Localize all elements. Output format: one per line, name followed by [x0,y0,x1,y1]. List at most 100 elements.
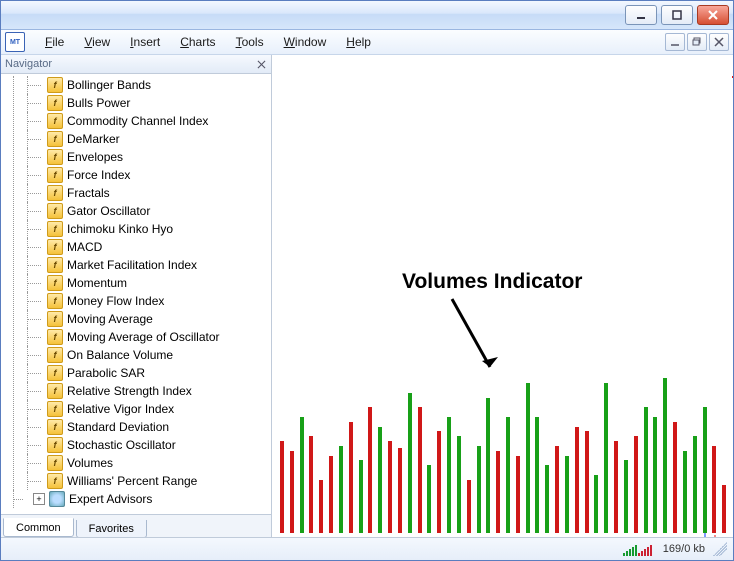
volume-bar [349,422,353,533]
volume-bar [614,441,618,533]
indicator-label: MACD [67,240,102,254]
volume-bar [280,441,284,533]
function-icon: f [47,167,63,183]
navigator-panel: Navigator fBollinger BandsfBulls PowerfC… [1,55,272,537]
volume-bar [496,451,500,533]
volume-bar [418,407,422,533]
navigator-tab-common[interactable]: Common [3,518,74,537]
navigator-tab-favorites[interactable]: Favorites [76,520,147,537]
workspace: Navigator fBollinger BandsfBulls PowerfC… [1,55,733,537]
indicator-item[interactable]: f Gator Oscillator [1,202,271,220]
function-icon: f [47,149,63,165]
indicator-item[interactable]: fMoney Flow Index [1,292,271,310]
indicator-item[interactable]: fMoving Average of Oscillator [1,328,271,346]
indicator-label: Money Flow Index [67,294,164,308]
mdi-restore-button[interactable] [687,33,707,51]
menu-help[interactable]: Help [336,32,381,52]
volume-bar [555,446,559,533]
annotation-label: Volumes Indicator [402,270,582,294]
indicator-item[interactable]: fRelative Strength Index [1,382,271,400]
volume-bar [378,427,382,533]
indicator-item[interactable]: fIchimoku Kinko Hyo [1,220,271,238]
function-icon: f [47,203,63,219]
connection-icon [623,542,653,556]
indicator-item[interactable]: fStandard Deviation [1,418,271,436]
indicator-item[interactable]: fRelative Vigor Index [1,400,271,418]
indicator-label: Relative Strength Index [67,384,192,398]
menu-file[interactable]: File [35,32,74,52]
app-window: MT File View Insert Charts Tools Window … [0,0,734,561]
volume-bar [634,436,638,533]
indicator-item[interactable]: f Force Index [1,166,271,184]
indicator-label: Fractals [67,186,110,200]
mdi-close-button[interactable] [709,33,729,51]
function-icon: f [47,95,63,111]
volume-bar [575,427,579,533]
indicator-label: Ichimoku Kinko Hyo [67,222,173,236]
indicator-label: Momentum [67,276,127,290]
indicator-item[interactable]: fDeMarker [1,130,271,148]
indicator-item[interactable]: f MACD [1,238,271,256]
volume-bar [329,456,333,533]
volume-bar [653,417,657,533]
function-icon: f [47,131,63,147]
indicator-item[interactable]: fOn Balance Volume [1,346,271,364]
volume-bar [388,441,392,533]
indicator-label: Force Index [67,168,130,182]
volume-bar [683,451,687,533]
maximize-button[interactable] [661,5,693,25]
volume-bar [290,451,294,533]
indicator-item[interactable]: fWilliams' Percent Range [1,472,271,490]
minimize-button[interactable] [625,5,657,25]
volume-bar [535,417,539,533]
chart-area[interactable]: Volumes Indicator [272,55,733,537]
menu-view[interactable]: View [74,32,120,52]
app-icon: MT [5,32,25,52]
indicator-item[interactable]: fVolumes [1,454,271,472]
volume-bar [447,417,451,533]
volume-bar [673,422,677,533]
volume-bar [309,436,313,533]
close-button[interactable] [697,5,729,25]
indicator-item[interactable]: fBollinger Bands [1,76,271,94]
indicator-label: Volumes [67,456,113,470]
function-icon: f [47,365,63,381]
indicator-label: Moving Average [67,312,153,326]
expert-advisors-node[interactable]: + Expert Advisors [1,490,271,508]
navigator-close-button[interactable] [255,58,267,70]
minimize-icon [635,9,647,21]
volume-bar [300,417,304,533]
navigator-tree[interactable]: fBollinger BandsfBulls PowerfCommodity C… [1,74,271,514]
menu-window[interactable]: Window [274,32,337,52]
mdi-minimize-button[interactable] [665,33,685,51]
indicator-label: Stochastic Oscillator [67,438,176,452]
indicator-item[interactable]: fParabolic SAR [1,364,271,382]
function-icon: f [47,239,63,255]
titlebar [1,1,733,30]
menu-insert[interactable]: Insert [120,32,170,52]
expand-icon[interactable]: + [33,493,45,505]
indicator-label: Market Facilitation Index [67,258,197,272]
indicator-label: Gator Oscillator [67,204,150,218]
menu-charts[interactable]: Charts [170,32,225,52]
menu-tools[interactable]: Tools [226,32,274,52]
volume-bar [545,465,549,533]
volume-bar [693,436,697,533]
expert-advisors-label: Expert Advisors [69,492,152,506]
indicator-item[interactable]: fMoving Average [1,310,271,328]
navigator-header: Navigator [1,55,271,74]
volume-bar [712,446,716,533]
indicator-item[interactable]: fEnvelopes [1,148,271,166]
volume-bar [565,456,569,533]
volume-bar [663,378,667,533]
indicator-item[interactable]: fMarket Facilitation Index [1,256,271,274]
indicator-item[interactable]: f Fractals [1,184,271,202]
resize-grip[interactable] [713,542,727,556]
volume-bar [604,383,608,533]
indicator-item[interactable]: fCommodity Channel Index [1,112,271,130]
indicator-item[interactable]: fStochastic Oscillator [1,436,271,454]
indicator-item[interactable]: fBulls Power [1,94,271,112]
volume-bar [722,485,726,533]
function-icon: f [47,185,63,201]
indicator-item[interactable]: fMomentum [1,274,271,292]
